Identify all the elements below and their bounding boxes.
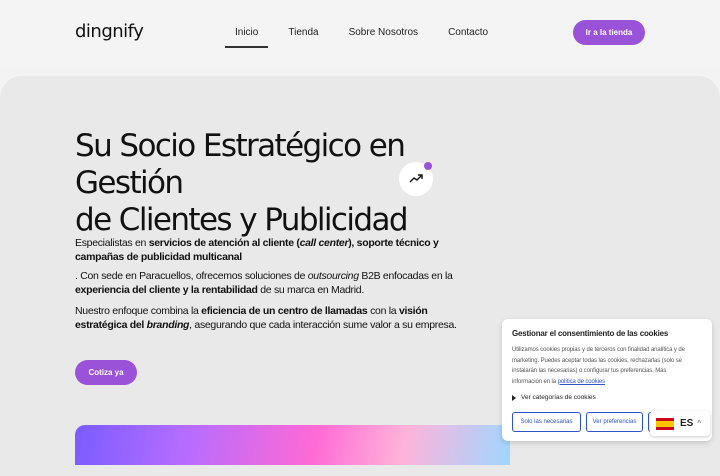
cookie-title: Gestionar el consentimiento de las cooki…	[512, 329, 669, 338]
only-necessary-button[interactable]: Solo las necesarias	[512, 412, 581, 432]
hero-paragraph-3: Nuestro enfoque combina la eficiencia de…	[75, 304, 475, 332]
p3-text-2: con la	[367, 305, 399, 317]
expand-arrow-icon	[512, 394, 516, 401]
p1-bold-italic: call center	[299, 237, 349, 249]
p1-bold: servicios de atención al cliente (	[148, 237, 300, 249]
hero-gradient-image	[75, 425, 510, 465]
p1-text: Especialistas en	[75, 237, 149, 249]
accent-dot	[424, 162, 432, 170]
p3-bold: eficiencia de un centro de llamadas	[201, 305, 368, 317]
main-nav: Inicio Tienda Sobre Nosotros Contacto	[225, 27, 518, 48]
site-header: dingnify Inicio Tienda Sobre Nosotros Co…	[0, 0, 720, 66]
view-preferences-button[interactable]: Ver preferencias	[586, 412, 643, 432]
nav-item-inicio[interactable]: Inicio	[225, 27, 269, 48]
language-code: ES	[680, 418, 694, 429]
nav-item-tienda[interactable]: Tienda	[278, 27, 328, 48]
cookie-categories-toggle[interactable]: Ver categorías de cookies	[512, 394, 596, 401]
p2-text-3: de su marca en Madrid.	[257, 284, 364, 296]
p3-text: Nuestro enfoque combina la	[75, 305, 202, 317]
language-selector[interactable]: ES ^	[650, 411, 710, 436]
p2-italic: outsourcing	[307, 270, 359, 282]
hero-title-line-2: de Clientes y Publicidad	[75, 202, 409, 238]
go-to-store-button[interactable]: Ir a la tienda	[573, 20, 645, 45]
quote-button[interactable]: Cotiza ya	[75, 360, 137, 385]
chevron-up-icon: ^	[697, 419, 702, 428]
p3-bold-italic: branding	[146, 319, 190, 331]
p2-bold: experiencia del cliente y la rentabilida…	[75, 284, 258, 296]
p2-text-2: B2B enfocadas en la	[358, 270, 453, 282]
hero-paragraph-1: Especialistas en servicios de atención a…	[75, 236, 475, 264]
hero-title-line-1: Su Socio Estratégico en Gestión	[75, 128, 406, 201]
spain-flag-icon	[656, 417, 674, 430]
p2-text: . Con sede en Paracuellos, ofrecemos sol…	[75, 270, 308, 282]
p3-text-3: , asegurando que cada interacción sume v…	[189, 319, 457, 331]
nav-item-sobre-nosotros[interactable]: Sobre Nosotros	[339, 27, 428, 48]
cookie-policy-link[interactable]: política de cookies	[558, 379, 606, 385]
cookie-categories-label: Ver categorías de cookies	[521, 394, 596, 401]
hero-paragraph-2: . Con sede en Paracuellos, ofrecemos sol…	[75, 269, 475, 297]
cookie-description: Utilizamos cookies propias y de terceros…	[512, 345, 697, 387]
nav-item-contacto[interactable]: Contacto	[438, 27, 498, 48]
site-logo[interactable]: dingnify	[75, 21, 144, 42]
